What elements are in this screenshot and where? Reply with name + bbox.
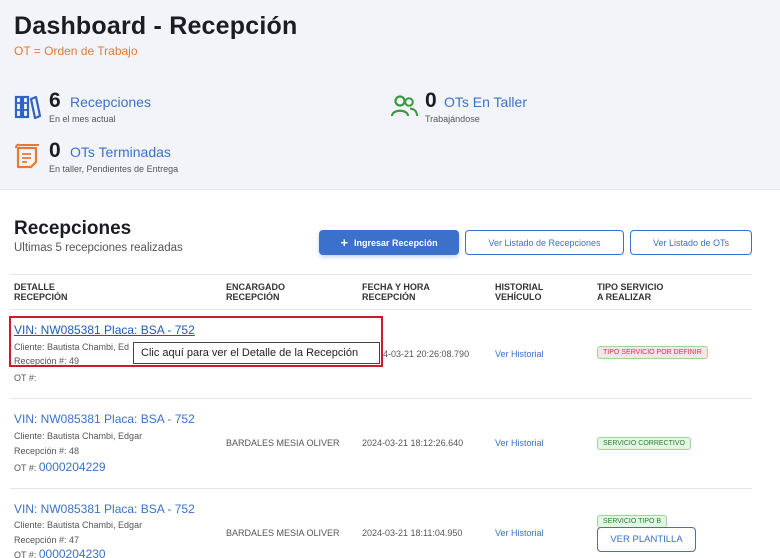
- row-ot-label: OT #:: [14, 550, 37, 558]
- row-ot-number-link[interactable]: 0000204230: [39, 547, 106, 558]
- row-encargado: BARDALES MESIA OLIVER: [226, 528, 340, 538]
- row-ot-label: OT #:: [14, 373, 37, 383]
- stat-recepciones-link[interactable]: Recepciones: [70, 94, 151, 110]
- row-tipo-badge: SERVICIO CORRECTIVO: [597, 437, 691, 450]
- row-cliente: Cliente: Bautista Chambi, Edgar: [14, 431, 143, 441]
- row-ver-historial-link[interactable]: Ver Historial: [495, 528, 544, 538]
- row-fecha: 4-03-21 20:26:08.790: [383, 349, 470, 359]
- table-header-border: [10, 309, 752, 310]
- stat-terminadas-link[interactable]: OTs Terminadas: [70, 144, 171, 160]
- stat-recepciones-desc: En el mes actual: [49, 114, 116, 124]
- stat-terminadas-count: 0: [49, 139, 61, 162]
- stat-recepciones-count: 6: [49, 89, 61, 112]
- row-vin-link[interactable]: VIN: NW085381 Placa: BSA - 752: [14, 412, 195, 426]
- tooltip: Clic aquí para ver el Detalle de la Rece…: [133, 342, 380, 364]
- col-header-historial: HISTORIAL VEHÍCULO: [495, 282, 544, 302]
- row-recepcion-number: Recepción #: 48: [14, 446, 80, 456]
- row-recepcion-number: Recepción #: 47: [14, 535, 80, 545]
- ver-listado-recepciones-button[interactable]: Ver Listado de Recepciones: [465, 230, 624, 255]
- row-cliente: Cliente: Bautista Chambi, Edgar: [14, 520, 143, 530]
- books-icon: [14, 95, 42, 120]
- col-header-fecha: FECHA Y HORA RECEPCIÓN: [362, 282, 430, 302]
- stat-en-taller-desc: Trabajándose: [425, 114, 480, 124]
- ingresar-recepcion-button[interactable]: + Ingresar Recepción: [319, 230, 459, 255]
- row-fecha: 2024-03-21 18:11:04.950: [362, 528, 463, 538]
- stat-en-taller-count: 0: [425, 89, 437, 112]
- stat-recepciones: 6 Recepciones En el mes actual: [14, 89, 214, 126]
- ingresar-recepcion-label: Ingresar Recepción: [354, 237, 438, 248]
- ver-plantilla-button[interactable]: VER PLANTILLA: [597, 527, 696, 552]
- row-divider: [10, 488, 752, 489]
- plus-icon: +: [340, 235, 349, 250]
- page-subtitle: OT = Orden de Trabajo: [14, 44, 138, 58]
- stat-terminadas: 0 OTs Terminadas En taller, Pendientes d…: [14, 139, 234, 176]
- row-fecha: 2024-03-21 18:12:26.640: [362, 438, 464, 448]
- row-ot: OT #: 0000204229: [14, 460, 106, 474]
- row-ver-historial-link[interactable]: Ver Historial: [495, 349, 544, 359]
- stat-terminadas-desc: En taller, Pendientes de Entrega: [49, 164, 179, 174]
- section-subtitle: Ultimas 5 recepciones realizadas: [14, 242, 183, 254]
- stat-en-taller-link[interactable]: OTs En Taller: [444, 94, 527, 110]
- row-ver-historial-link[interactable]: Ver Historial: [495, 438, 544, 448]
- row-ot-label: OT #:: [14, 463, 37, 473]
- row-vin-link[interactable]: VIN: NW085381 Placa: BSA - 752: [14, 502, 195, 516]
- ver-listado-ots-button[interactable]: Ver Listado de OTs: [630, 230, 752, 255]
- section-title: Recepciones: [14, 218, 132, 239]
- row-ot-number-link[interactable]: 0000204229: [39, 460, 106, 474]
- row-divider: [10, 398, 752, 399]
- summary-panel: Dashboard - Recepción OT = Orden de Trab…: [0, 0, 780, 190]
- col-header-tipo: TIPO SERVICIO A REALIZAR: [597, 282, 664, 302]
- stat-en-taller: 0 OTs En Taller Trabajándose: [390, 89, 590, 126]
- table-top-border: [10, 274, 752, 275]
- row-ot: OT #: 0000204230: [14, 547, 106, 558]
- document-icon: [15, 143, 39, 169]
- col-header-encargado: ENCARGADO RECEPCIÓN: [226, 282, 286, 302]
- page-title: Dashboard - Recepción: [14, 12, 298, 40]
- users-icon: [390, 95, 418, 117]
- col-header-detalle: DETALLE RECEPCIÓN: [14, 282, 68, 302]
- row-encargado: BARDALES MESIA OLIVER: [226, 438, 340, 448]
- row-tipo-badge: TIPO SERVICIO POR DEFINIR: [597, 346, 708, 359]
